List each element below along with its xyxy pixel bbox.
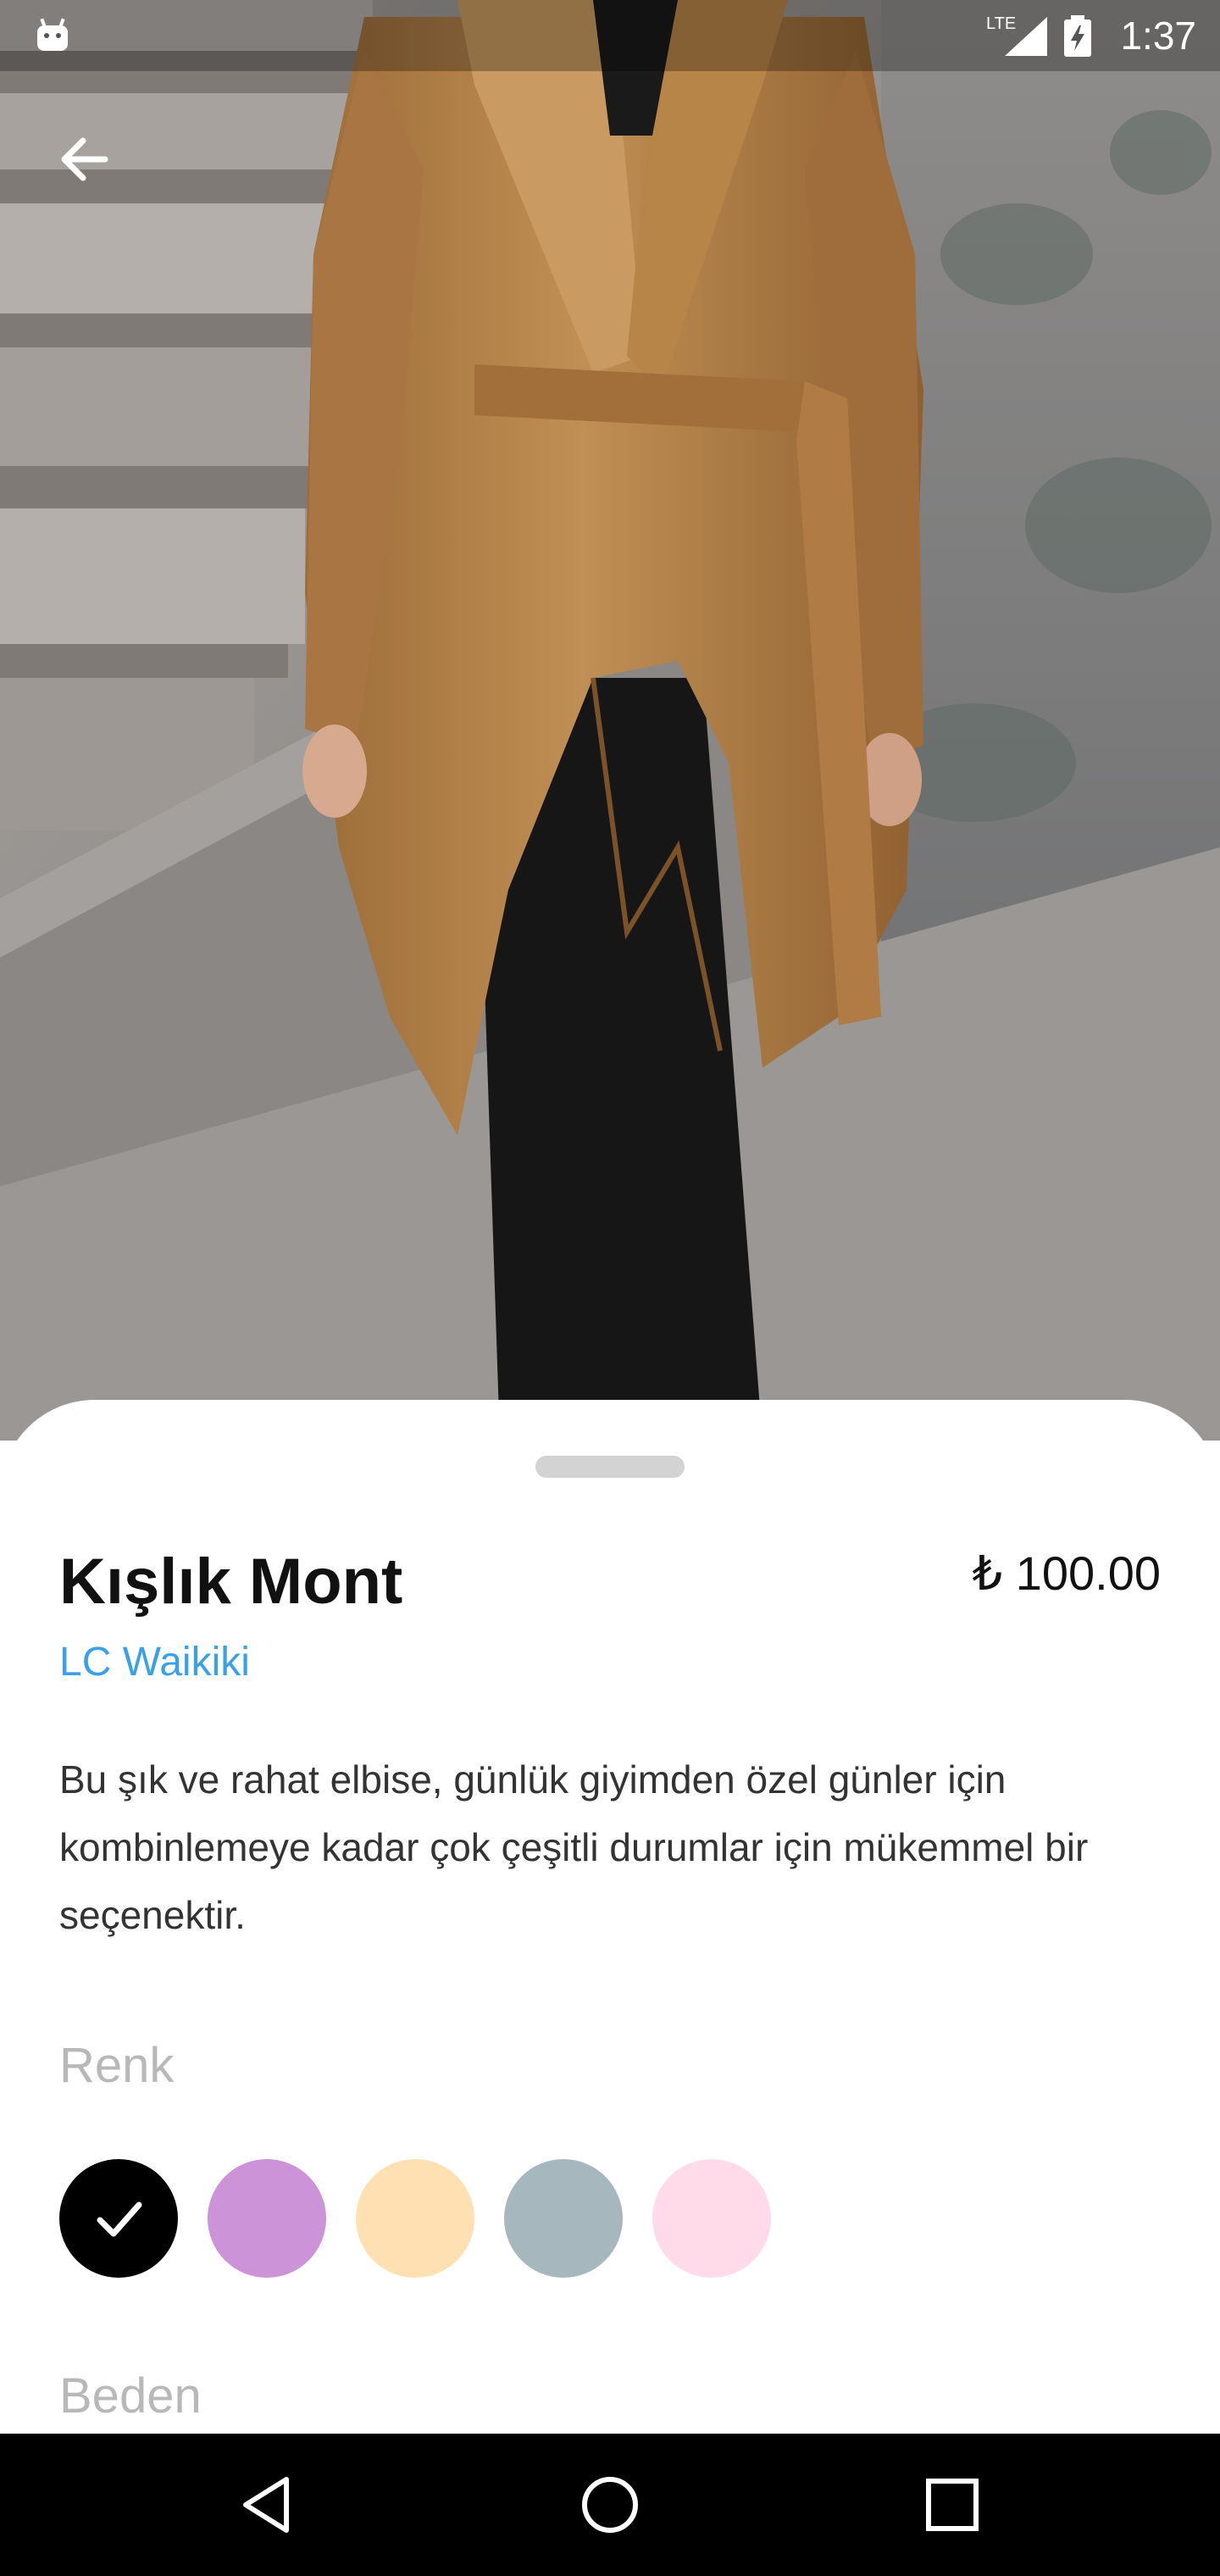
product-description: Bu şık ve rahat elbise, günlük giyimden … [59, 1757, 1089, 1937]
nav-home-button[interactable] [559, 2454, 661, 2556]
network-label: LTE [986, 14, 1016, 33]
nav-recents-button[interactable] [901, 2454, 1003, 2556]
arrow-left-icon [61, 137, 108, 181]
android-icon [34, 17, 71, 58]
battery-charging-icon [1062, 15, 1093, 62]
color-section-label: Renk [59, 2038, 175, 2093]
back-button[interactable] [44, 119, 125, 200]
color-swatch-purple[interactable] [208, 2159, 326, 2278]
lte-signal-icon: LTE [983, 12, 1051, 64]
product-detail-sheet: Kışlık Mont ₺ 100.00 LC Waikiki Bu şık v… [0, 1400, 1220, 2434]
product-title: Kışlık Mont [59, 1546, 403, 1618]
status-time: 1:37 [1120, 14, 1196, 58]
color-swatch-black[interactable] [59, 2159, 178, 2278]
check-icon [97, 2201, 142, 2237]
home-circle-icon [582, 2477, 638, 2533]
coat-photo-illustration [0, 0, 1220, 1441]
color-swatch-peach[interactable] [356, 2159, 474, 2278]
size-section-label: Beden [59, 2368, 202, 2423]
back-triangle-icon [243, 2477, 289, 2533]
color-swatch-gray[interactable] [504, 2159, 623, 2278]
product-brand-link[interactable]: LC Waikiki [59, 1637, 250, 1688]
product-image [0, 0, 1220, 1441]
system-nav-bar [0, 2434, 1220, 2576]
recents-square-icon [926, 2479, 979, 2531]
product-price: ₺ 100.00 [972, 1546, 1161, 1600]
color-swatch-pink[interactable] [652, 2159, 771, 2278]
nav-back-button[interactable] [217, 2454, 319, 2556]
status-bar: LTE 1:37 [0, 0, 1220, 71]
drag-handle[interactable] [535, 1456, 685, 1478]
